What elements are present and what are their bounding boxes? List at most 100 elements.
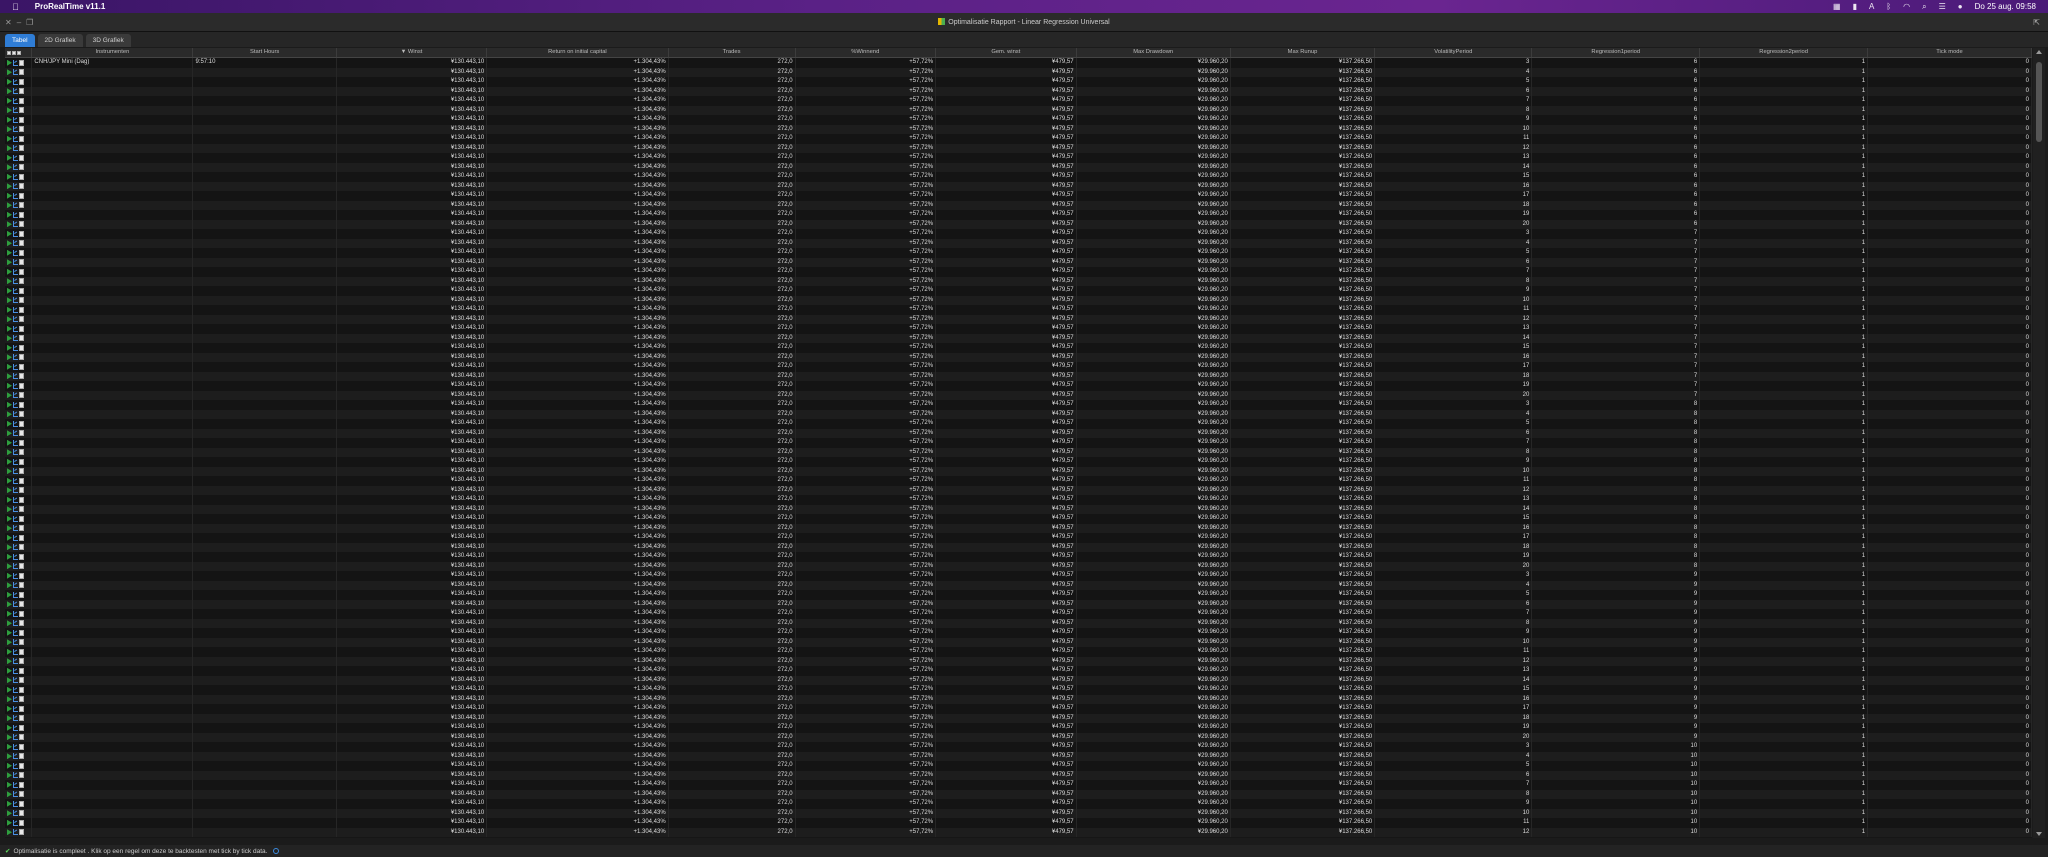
backtest-play-icon[interactable] [7, 154, 12, 161]
report-icon[interactable] [19, 173, 24, 180]
backtest-play-icon[interactable] [7, 544, 12, 551]
table-row[interactable]: ¥130.443,10 +1.304,43% 272,0 +57,72% ¥479,57… [5, 542, 2032, 552]
chart-icon[interactable] [13, 145, 18, 152]
scroll-up-icon[interactable] [2036, 50, 2042, 54]
chart-icon[interactable] [13, 553, 18, 560]
report-icon[interactable] [19, 116, 24, 123]
backtest-play-icon[interactable] [7, 268, 12, 275]
info-ring-icon[interactable] [273, 848, 280, 854]
table-row[interactable]: ¥130.443,10 +1.304,43% 272,0 +57,72% ¥479,57… [5, 694, 2032, 704]
report-icon[interactable] [19, 601, 24, 608]
backtest-play-icon[interactable] [7, 145, 12, 152]
backtest-play-icon[interactable] [7, 506, 12, 513]
settings-icon[interactable] [12, 50, 16, 55]
bluetooth-icon[interactable]: ᛒ [1886, 2, 1891, 11]
backtest-play-icon[interactable] [7, 487, 12, 494]
chart-icon[interactable] [13, 401, 18, 408]
chart-icon[interactable] [13, 572, 18, 579]
report-icon[interactable] [19, 715, 24, 722]
table-row[interactable]: ¥130.443,10 +1.304,43% 272,0 +57,72% ¥479,57… [5, 808, 2032, 818]
table-row[interactable]: ¥130.443,10 +1.304,43% 272,0 +57,72% ¥479,57… [5, 751, 2032, 761]
report-icon[interactable] [19, 819, 24, 826]
backtest-play-icon[interactable] [7, 420, 12, 427]
backtest-play-icon[interactable] [7, 620, 12, 627]
sort-desc-icon[interactable]: ▼ [401, 49, 408, 55]
column-header-regression2period[interactable]: Regression2period [1700, 48, 1869, 57]
chart-icon[interactable] [13, 411, 18, 418]
table-row[interactable]: ¥130.443,10 +1.304,43% 272,0 +57,72% ¥479,57… [5, 390, 2032, 400]
table-row[interactable]: ¥130.443,10 +1.304,43% 272,0 +57,72% ¥479,57… [5, 666, 2032, 676]
backtest-play-icon[interactable] [7, 629, 12, 636]
report-icon[interactable] [19, 411, 24, 418]
report-icon[interactable] [19, 183, 24, 190]
backtest-play-icon[interactable] [7, 496, 12, 503]
backtest-play-icon[interactable] [7, 696, 12, 703]
report-icon[interactable] [19, 800, 24, 807]
table-row[interactable]: ¥130.443,10 +1.304,43% 272,0 +57,72% ¥479,57… [5, 637, 2032, 647]
backtest-play-icon[interactable] [7, 591, 12, 598]
table-row[interactable]: ¥130.443,10 +1.304,43% 272,0 +57,72% ¥479,57… [5, 732, 2032, 742]
chart-icon[interactable] [13, 686, 18, 693]
chart-icon[interactable] [13, 268, 18, 275]
table-row[interactable]: ¥130.443,10 +1.304,43% 272,0 +57,72% ¥479,57… [5, 580, 2032, 590]
table-row[interactable]: ¥130.443,10 +1.304,43% 272,0 +57,72% ¥479,57… [5, 200, 2032, 210]
backtest-play-icon[interactable] [7, 525, 12, 532]
table-row[interactable]: ¥130.443,10 +1.304,43% 272,0 +57,72% ¥479,57… [5, 86, 2032, 96]
chart-icon[interactable] [13, 591, 18, 598]
chart-icon[interactable] [13, 221, 18, 228]
chart-icon[interactable] [13, 458, 18, 465]
report-icon[interactable] [19, 829, 24, 836]
table-row[interactable]: ¥130.443,10 +1.304,43% 272,0 +57,72% ¥479,57… [5, 324, 2032, 334]
report-icon[interactable] [19, 297, 24, 304]
backtest-play-icon[interactable] [7, 192, 12, 199]
keyboard-icon[interactable]: A [1869, 2, 1874, 11]
chart-icon[interactable] [13, 97, 18, 104]
chart-icon[interactable] [13, 373, 18, 380]
chart-icon[interactable] [13, 534, 18, 541]
chart-icon[interactable] [13, 487, 18, 494]
report-icon[interactable] [19, 810, 24, 817]
chart-icon[interactable] [13, 477, 18, 484]
chart-icon[interactable] [13, 192, 18, 199]
report-icon[interactable] [19, 221, 24, 228]
chart-icon[interactable] [13, 344, 18, 351]
column-header-volatilityperiod[interactable]: VolatilityPeriod [1375, 48, 1533, 57]
backtest-play-icon[interactable] [7, 781, 12, 788]
table-row[interactable]: ¥130.443,10 +1.304,43% 272,0 +57,72% ¥479,57… [5, 343, 2032, 353]
report-icon[interactable] [19, 88, 24, 95]
table-row[interactable]: ¥130.443,10 +1.304,43% 272,0 +57,72% ¥479,57… [5, 533, 2032, 543]
table-row[interactable]: ¥130.443,10 +1.304,43% 272,0 +57,72% ¥479,57… [5, 77, 2032, 87]
report-icon[interactable] [19, 430, 24, 437]
backtest-play-icon[interactable] [7, 648, 12, 655]
report-icon[interactable] [19, 468, 24, 475]
chart-icon[interactable] [13, 173, 18, 180]
column-header-max-drawdown[interactable]: Max Drawdown [1077, 48, 1231, 57]
pin-icon[interactable]: ⇱ [2033, 18, 2040, 27]
backtest-play-icon[interactable] [7, 468, 12, 475]
table-row[interactable]: ¥130.443,10 +1.304,43% 272,0 +57,72% ¥479,57… [5, 457, 2032, 467]
backtest-play-icon[interactable] [7, 439, 12, 446]
chart-icon[interactable] [13, 382, 18, 389]
chart-icon[interactable] [13, 705, 18, 712]
chart-icon[interactable] [13, 325, 18, 332]
report-icon[interactable] [19, 373, 24, 380]
report-icon[interactable] [19, 97, 24, 104]
backtest-play-icon[interactable] [7, 601, 12, 608]
report-icon[interactable] [19, 496, 24, 503]
table-row[interactable]: ¥130.443,10 +1.304,43% 272,0 +57,72% ¥479,57… [5, 799, 2032, 809]
backtest-play-icon[interactable] [7, 449, 12, 456]
table-row[interactable]: ¥130.443,10 +1.304,43% 272,0 +57,72% ¥479,57… [5, 115, 2032, 125]
backtest-play-icon[interactable] [7, 686, 12, 693]
table-row[interactable]: ¥130.443,10 +1.304,43% 272,0 +57,72% ¥479,57… [5, 647, 2032, 657]
chart-icon[interactable] [13, 601, 18, 608]
report-icon[interactable] [19, 658, 24, 665]
monitor-icon[interactable]: ▦ [1833, 2, 1841, 11]
chart-icon[interactable] [13, 639, 18, 646]
chart-icon[interactable] [13, 154, 18, 161]
chart-icon[interactable] [13, 819, 18, 826]
table-row[interactable]: ¥130.443,10 +1.304,43% 272,0 +57,72% ¥479,57… [5, 96, 2032, 106]
backtest-play-icon[interactable] [7, 411, 12, 418]
chart-icon[interactable] [13, 648, 18, 655]
pin-icon[interactable] [17, 50, 21, 55]
table-row[interactable]: ¥130.443,10 +1.304,43% 272,0 +57,72% ¥479,57… [5, 789, 2032, 799]
